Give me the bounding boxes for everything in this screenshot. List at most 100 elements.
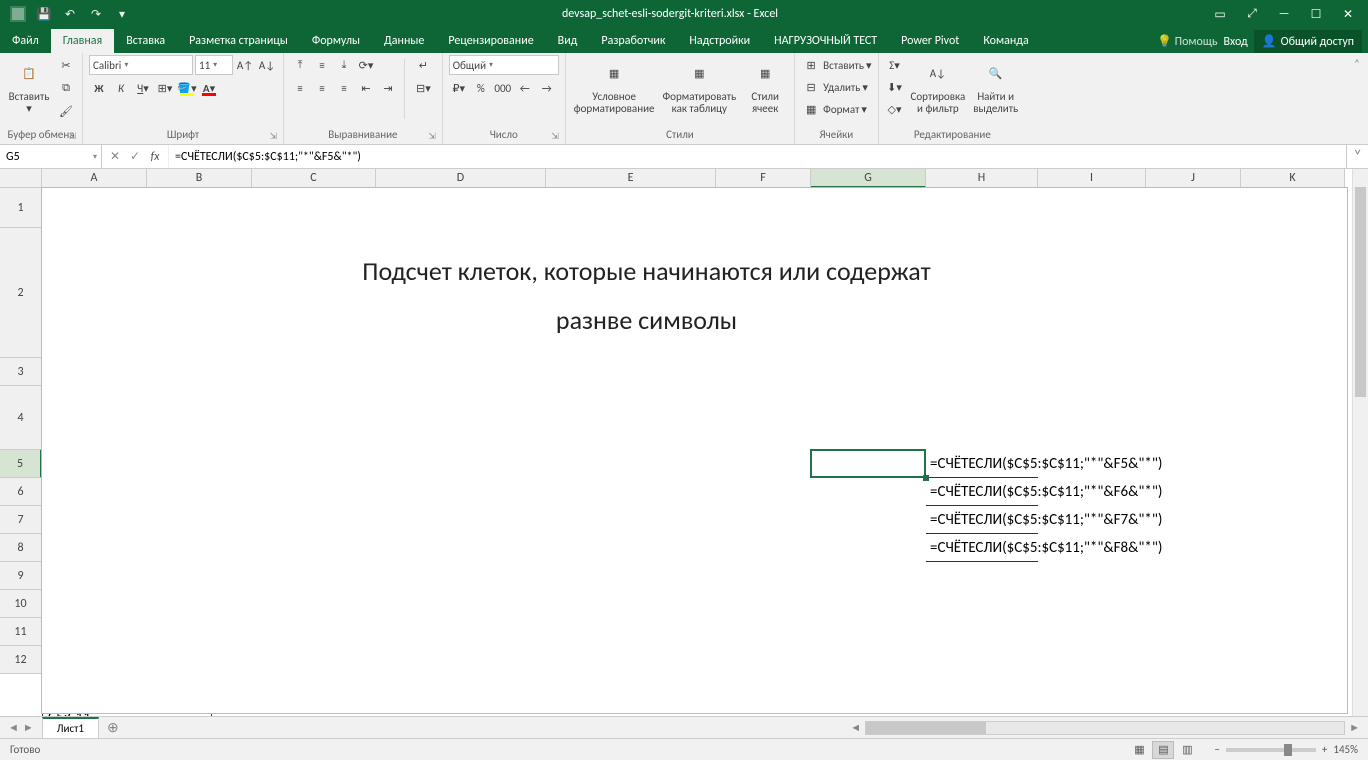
bold-icon[interactable]: Ж — [89, 78, 109, 98]
row-header-6[interactable]: 6 — [0, 478, 42, 506]
col-header-I[interactable]: I — [1038, 169, 1146, 188]
ribbon-options-icon[interactable]: ▭ — [1206, 3, 1234, 25]
col-header-B[interactable]: B — [147, 169, 252, 188]
number-launcher-icon[interactable]: ⇲ — [551, 131, 559, 142]
tab-load-test[interactable]: НАГРУЗОЧНЫЙ ТЕСТ — [762, 29, 889, 53]
find-select-button[interactable]: 🔍Найти и выделить — [971, 55, 1020, 117]
row-header-5[interactable]: 5 — [0, 450, 42, 478]
zoom-out-icon[interactable]: − — [1214, 743, 1219, 756]
table2-cell-formula[interactable]: =СЧЁТЕСЛИ($C$5:$C$11;"*"&F8&"*") — [926, 534, 1286, 562]
col-header-J[interactable]: J — [1146, 169, 1241, 188]
tab-power-pivot[interactable]: Power Pivot — [889, 29, 971, 53]
tab-file[interactable]: Файл — [0, 29, 51, 53]
save-icon[interactable]: 💾 — [34, 4, 54, 24]
orientation-icon[interactable]: ⟳▾ — [356, 55, 376, 75]
horizontal-scrollbar[interactable]: ◄ ► — [127, 721, 1368, 735]
align-bottom-icon[interactable]: ⤓ — [334, 55, 354, 75]
align-center-icon[interactable]: ≡ — [312, 78, 332, 98]
format-painter-icon[interactable]: 🖌 — [56, 101, 76, 121]
font-name-combo[interactable]: Calibri▾ — [89, 55, 193, 75]
view-page-break-icon[interactable]: ▥ — [1176, 741, 1198, 759]
tab-insert[interactable]: Вставка — [114, 29, 177, 53]
align-right-icon[interactable]: ≡ — [334, 78, 354, 98]
view-page-layout-icon[interactable]: ▤ — [1152, 741, 1174, 759]
table2-cell-formula[interactable]: =СЧЁТЕСЛИ($C$5:$C$11;"*"&F7&"*") — [926, 506, 1286, 534]
collapse-ribbon-icon[interactable]: ˄ — [1346, 53, 1368, 144]
row-header-10[interactable]: 10 — [0, 590, 42, 618]
cancel-formula-icon[interactable]: ✕ — [106, 149, 124, 164]
col-header-K[interactable]: K — [1241, 169, 1345, 188]
cut-icon[interactable]: ✂ — [56, 55, 76, 75]
table2-cell-formula[interactable]: =СЧЁТЕСЛИ($C$5:$C$11;"*"&F5&"*") — [926, 450, 1286, 478]
increase-font-icon[interactable]: A↑ — [235, 55, 255, 75]
tab-formulas[interactable]: Формулы — [300, 29, 372, 53]
share-button[interactable]: 👤 Общий доступ — [1254, 30, 1362, 53]
align-middle-icon[interactable]: ≡ — [312, 55, 332, 75]
redo-icon[interactable]: ↷ — [86, 4, 106, 24]
tab-page-layout[interactable]: Разметка страницы — [177, 29, 300, 53]
zoom-in-icon[interactable]: + — [1322, 743, 1327, 756]
close-icon[interactable]: ✕ — [1334, 3, 1362, 25]
tab-team[interactable]: Команда — [971, 29, 1040, 53]
vertical-scrollbar[interactable] — [1352, 169, 1368, 716]
align-top-icon[interactable]: ⤒ — [290, 55, 310, 75]
enter-formula-icon[interactable]: ✓ — [126, 149, 144, 164]
zoom-slider[interactable] — [1226, 748, 1316, 752]
decrease-font-icon[interactable]: A↓ — [257, 55, 277, 75]
conditional-formatting-button[interactable]: ▦Условное форматирование — [572, 55, 657, 117]
sign-in[interactable]: Вход — [1223, 35, 1247, 49]
format-as-table-button[interactable]: ▦Форматировать как таблицу — [661, 55, 739, 117]
col-header-C[interactable]: C — [252, 169, 376, 188]
paste-button[interactable]: 📋 Вставить▾ — [6, 55, 52, 117]
wrap-text-icon[interactable]: ↵ — [411, 55, 436, 75]
row-header-1[interactable]: 1 — [0, 188, 42, 228]
fx-icon[interactable]: fx — [146, 150, 164, 164]
sheet-tab-1[interactable]: Лист1 — [42, 717, 99, 738]
tab-view[interactable]: Вид — [546, 29, 590, 53]
italic-icon[interactable]: К — [111, 78, 131, 98]
tab-data[interactable]: Данные — [372, 29, 436, 53]
percent-icon[interactable]: % — [471, 78, 491, 98]
qat-customize-icon[interactable]: ▾ — [112, 4, 132, 24]
fill-color-icon[interactable]: 🪣▾ — [177, 78, 197, 98]
tab-developer[interactable]: Разработчик — [589, 29, 677, 53]
sheet-nav-prev-icon[interactable]: ◄ — [8, 721, 19, 734]
clipboard-launcher-icon[interactable]: ⇲ — [68, 131, 76, 142]
name-box[interactable]: G5▾ — [0, 145, 102, 168]
delete-cells-button[interactable]: ⊟Удалить ▾ — [801, 77, 871, 97]
tab-home[interactable]: Главная — [51, 29, 114, 53]
view-normal-icon[interactable]: ▦ — [1128, 741, 1150, 759]
comma-icon[interactable]: 000 — [493, 78, 513, 98]
clear-icon[interactable]: ◇▾ — [885, 99, 905, 119]
row-header-2[interactable]: 2 — [0, 228, 42, 358]
number-format-combo[interactable]: Общий▾ — [449, 55, 559, 75]
zoom-level[interactable]: 145% — [1333, 743, 1358, 756]
worksheet-grid[interactable]: ABCDEFGHIJK 123456789101112 Подсчет клет… — [0, 169, 1368, 716]
decrease-decimal-icon[interactable]: → — [537, 78, 557, 98]
formula-input[interactable]: =СЧЁТЕСЛИ($C$5:$C$11;"*"&F5&"*") — [169, 145, 1346, 168]
increase-indent-icon[interactable]: ⇥ — [378, 78, 398, 98]
sheet-nav-next-icon[interactable]: ► — [23, 721, 34, 734]
decrease-indent-icon[interactable]: ⇤ — [356, 78, 376, 98]
col-header-H[interactable]: H — [926, 169, 1038, 188]
align-left-icon[interactable]: ≡ — [290, 78, 310, 98]
borders-icon[interactable]: ⊞▾ — [155, 78, 175, 98]
col-header-G[interactable]: G — [811, 169, 926, 188]
font-size-combo[interactable]: 11▾ — [195, 55, 233, 75]
fullscreen-icon[interactable]: ⤢ — [1238, 3, 1266, 25]
table2-cell-formula[interactable]: =СЧЁТЕСЛИ($C$5:$C$11;"*"&F6&"*") — [926, 478, 1286, 506]
accounting-icon[interactable]: ₽▾ — [449, 78, 469, 98]
col-header-D[interactable]: D — [376, 169, 546, 188]
col-header-F[interactable]: F — [716, 169, 811, 188]
expand-formula-bar-icon[interactable]: ˅ — [1346, 145, 1368, 168]
format-cells-button[interactable]: ▦Формат ▾ — [801, 99, 871, 119]
row-header-4[interactable]: 4 — [0, 386, 42, 450]
alignment-launcher-icon[interactable]: ⇲ — [428, 131, 436, 142]
select-all-corner[interactable] — [0, 169, 42, 188]
col-header-E[interactable]: E — [546, 169, 716, 188]
selected-cell[interactable] — [810, 449, 926, 478]
sort-filter-button[interactable]: A↓Сортировка и фильтр — [909, 55, 968, 117]
font-launcher-icon[interactable]: ⇲ — [269, 131, 277, 142]
minimize-icon[interactable]: — — [1270, 3, 1298, 25]
row-header-7[interactable]: 7 — [0, 506, 42, 534]
